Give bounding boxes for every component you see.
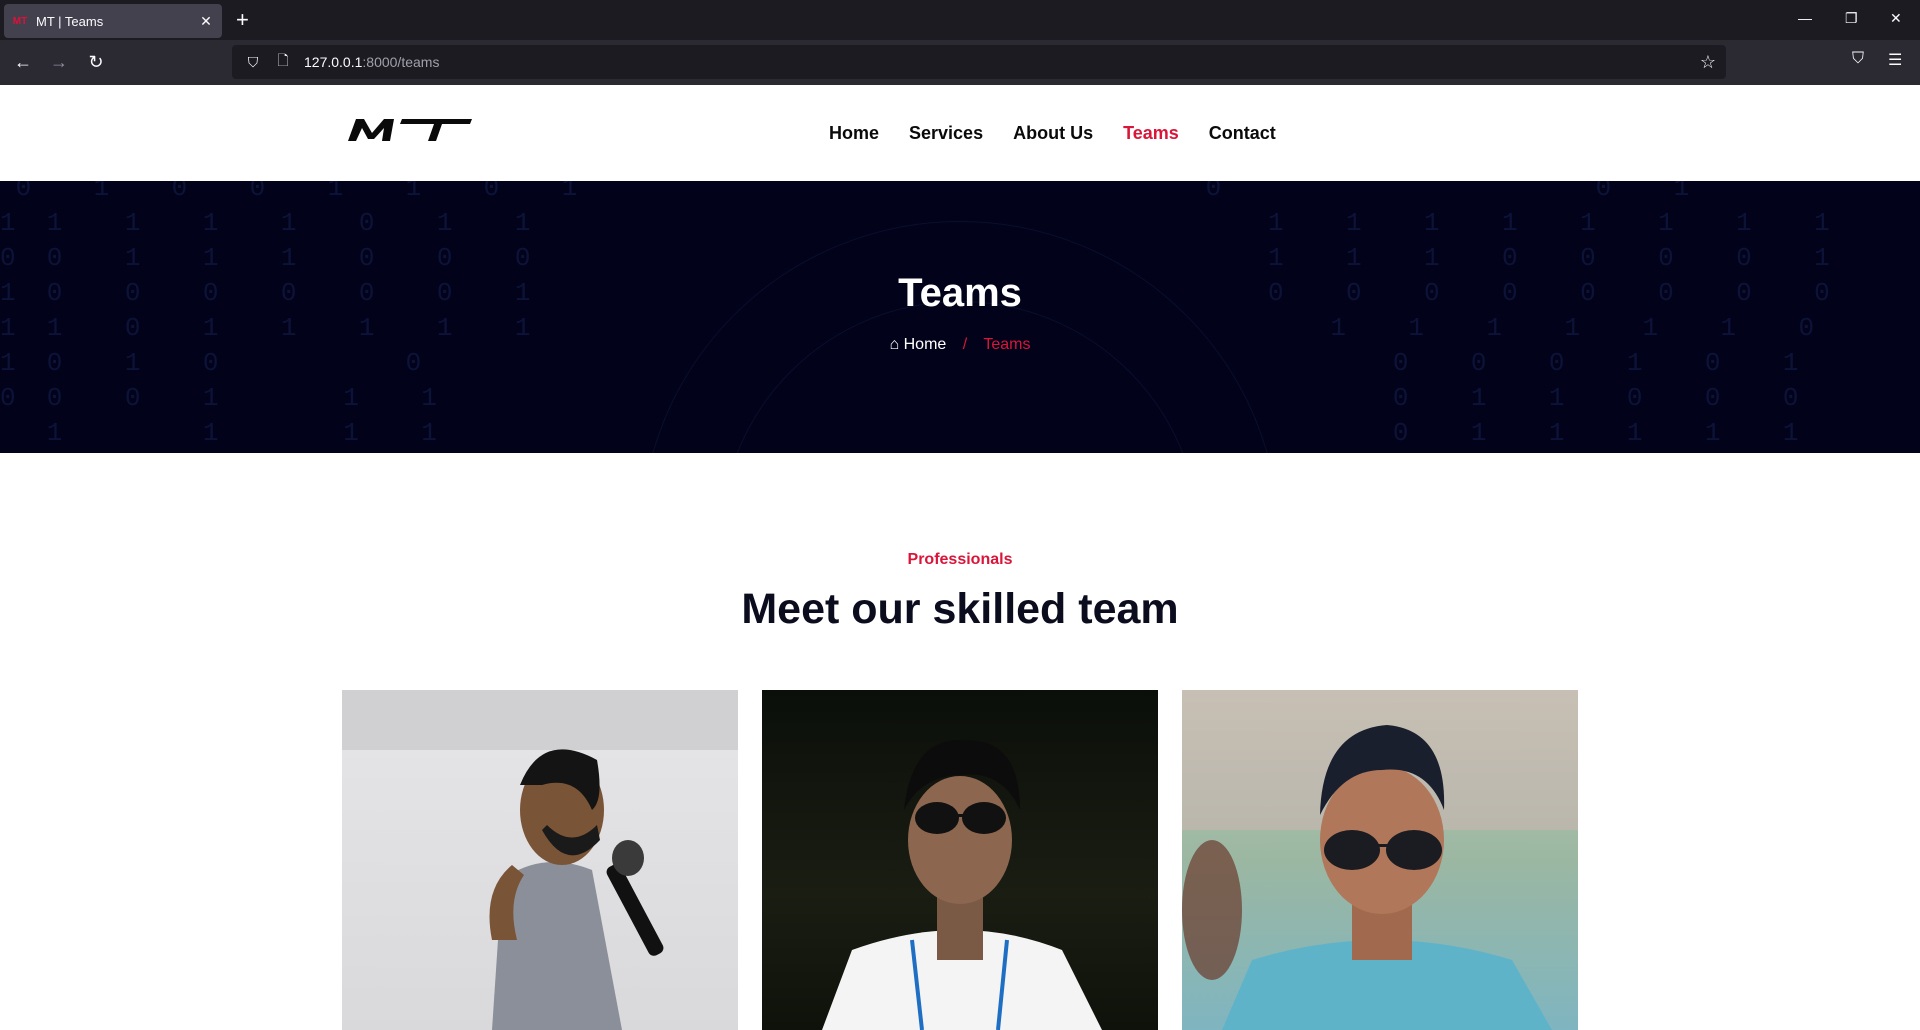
- favicon-icon: MT: [12, 15, 28, 27]
- binary-pattern-right: 0 0 1 1 1 1 1 1 1 1 1 1 1 1 0 0 0 0 1 0 …: [1190, 181, 1830, 448]
- window-close-icon[interactable]: ✕: [1890, 10, 1902, 27]
- back-icon[interactable]: ←: [11, 50, 35, 74]
- binary-pattern-left: 0 1 0 0 1 1 0 1 1 1 1 1 1 0 1 1 0 0 1 1 …: [0, 181, 578, 448]
- team-member-photo: [822, 739, 1102, 1030]
- browser-nav-bar: ← → ↻ ⛉ 🗋 127.0.0.1:8000/teams ☆ ⛉ ☰: [0, 40, 1920, 85]
- bookmark-star-icon[interactable]: ☆: [1700, 52, 1716, 73]
- web-page: Home Services About Us Teams Contact 0 1…: [0, 85, 1920, 1030]
- team-member-card[interactable]: [1182, 690, 1578, 1030]
- breadcrumb-current: Teams: [983, 336, 1031, 353]
- site-header: Home Services About Us Teams Contact: [0, 85, 1920, 181]
- nav-home[interactable]: Home: [829, 123, 879, 144]
- page-icon: 🗋: [277, 52, 289, 68]
- section-subtitle: Professionals: [907, 551, 1013, 568]
- page-hero: 0 1 0 0 1 1 0 1 1 1 1 1 1 0 1 1 0 0 1 1 …: [0, 181, 1920, 453]
- nav-services[interactable]: Services: [909, 123, 983, 144]
- nav-teams[interactable]: Teams: [1123, 123, 1179, 144]
- mt-logo[interactable]: [346, 115, 474, 145]
- home-icon[interactable]: ⌂: [890, 336, 900, 353]
- team-member-photo: [1182, 690, 1578, 1030]
- minimize-icon[interactable]: —: [1798, 10, 1812, 26]
- nav-about-us[interactable]: About Us: [1013, 123, 1093, 144]
- nav-contact[interactable]: Contact: [1209, 123, 1276, 144]
- browser-tab[interactable]: MT MT | Teams ✕: [4, 4, 222, 38]
- restore-icon[interactable]: ❐: [1845, 10, 1858, 27]
- team-member-card[interactable]: [342, 690, 738, 1030]
- pocket-icon[interactable]: ⛉: [1852, 50, 1864, 68]
- forward-icon[interactable]: →: [47, 50, 71, 74]
- team-member-card[interactable]: [762, 690, 1158, 1030]
- reload-icon[interactable]: ↻: [84, 50, 108, 74]
- breadcrumb: ⌂ Home / Teams: [0, 336, 1920, 354]
- breadcrumb-separator: /: [962, 336, 968, 353]
- shield-icon: ⛉: [247, 53, 259, 70]
- team-member-photo: [342, 690, 738, 1030]
- url-host: 127.0.0.1: [304, 54, 363, 70]
- section-heading: Meet our skilled team: [741, 585, 1179, 633]
- close-tab-icon[interactable]: ✕: [198, 13, 214, 30]
- menu-icon[interactable]: ☰: [1888, 50, 1902, 70]
- page-title: Teams: [898, 271, 1022, 315]
- breadcrumb-home[interactable]: Home: [904, 336, 947, 353]
- url-bar[interactable]: ⛉ 🗋 127.0.0.1:8000/teams ☆: [232, 45, 1726, 79]
- url-path: :8000/teams: [362, 54, 440, 70]
- tab-title: MT | Teams: [36, 13, 104, 29]
- main-nav: Home Services About Us Teams Contact: [829, 123, 1276, 144]
- browser-tab-bar: MT MT | Teams ✕ + — ❐ ✕: [0, 0, 1920, 40]
- new-tab-icon[interactable]: +: [236, 8, 249, 32]
